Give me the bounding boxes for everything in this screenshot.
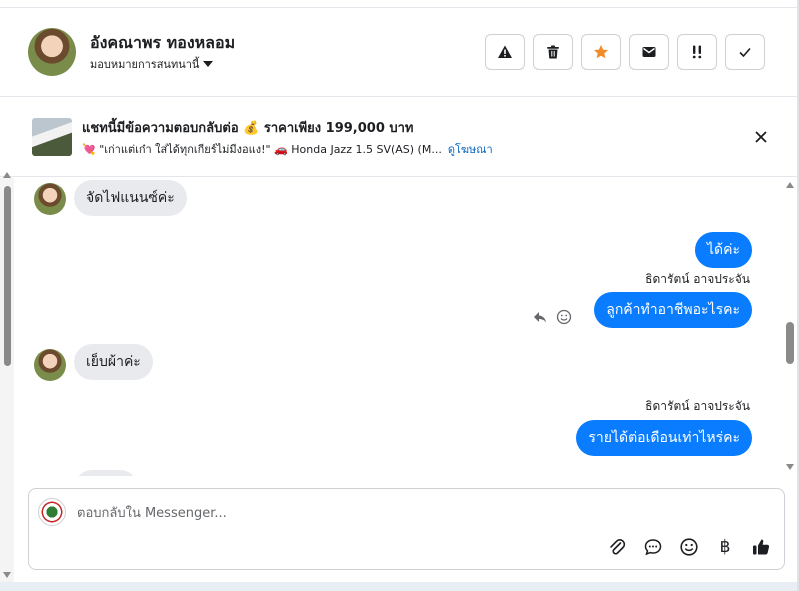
incoming-message[interactable]: เย็บผ้าค่ะ xyxy=(74,344,153,380)
header-actions xyxy=(485,34,765,70)
envelope-icon xyxy=(642,47,656,57)
message-list: จัดไฟแนนซ์ค่ะ ได้ค่ะ ธิดารัตน์ อาจประจัน… xyxy=(14,178,784,476)
checkmark-icon xyxy=(739,47,751,58)
outgoing-message[interactable]: ลูกค้าทำอาชีพอะไรคะ xyxy=(594,292,752,328)
ad-subtitle: 💘 "เก่าแต่เก๋า ใส่ได้ทุกเกียร์ไม่มีงอแง!… xyxy=(82,143,442,156)
page-avatar xyxy=(38,498,66,526)
close-icon[interactable] xyxy=(752,128,770,146)
contact-avatar-small xyxy=(34,183,66,215)
double-exclamation-icon xyxy=(692,45,702,59)
smiley-icon xyxy=(680,538,698,556)
payment-button[interactable]: ฿ xyxy=(715,537,735,557)
like-button[interactable] xyxy=(751,537,771,557)
ad-title: แชทนี้มีข้อความตอบกลับต่อ 💰 ราคาเพียง 19… xyxy=(82,121,414,136)
saved-replies-button[interactable] xyxy=(643,537,663,557)
outgoing-message[interactable]: รายได้ต่อเดือนเท่าไหร่คะ xyxy=(576,420,752,456)
baht-icon: ฿ xyxy=(719,537,731,557)
ad-context-banner: แชทนี้มีข้อความตอบกลับต่อ 💰 ราคาเพียง 19… xyxy=(0,98,797,177)
sender-name: ธิดารัตน์ อาจประจัน xyxy=(645,272,750,286)
react-smiley-icon[interactable] xyxy=(556,309,572,325)
assign-conversation-dropdown[interactable]: มอบหมายการสนทนานี้ xyxy=(90,55,214,73)
reply-input[interactable] xyxy=(77,503,577,523)
incoming-message[interactable]: จัดไฟแนนซ์ค่ะ xyxy=(74,180,187,216)
contact-avatar-small xyxy=(34,349,66,381)
star-icon xyxy=(594,45,608,59)
attach-file-button[interactable] xyxy=(607,537,627,557)
paperclip-icon xyxy=(610,539,626,555)
warning-icon xyxy=(498,45,512,58)
chat-scrollbar-thumb[interactable] xyxy=(786,322,794,364)
chat-bubble-icon xyxy=(644,539,662,556)
mark-done-button[interactable] xyxy=(725,34,765,70)
caret-down-icon xyxy=(203,61,214,67)
scroll-up-arrow-icon[interactable] xyxy=(3,172,11,178)
scroll-up-arrow-icon[interactable] xyxy=(786,182,794,188)
delete-button[interactable] xyxy=(533,34,573,70)
report-button[interactable] xyxy=(485,34,525,70)
trash-icon xyxy=(547,45,559,59)
follow-up-button[interactable] xyxy=(677,34,717,70)
scroll-down-arrow-icon[interactable] xyxy=(3,572,11,578)
message-composer: ฿ xyxy=(28,488,785,570)
ad-subtitle-row: 💘 "เก่าแต่เก๋า ใส่ได้ทุกเกียร์ไม่มีงอแง!… xyxy=(82,140,493,158)
left-scroll-thumb[interactable] xyxy=(4,186,11,366)
top-edge xyxy=(0,0,799,8)
composer-tools: ฿ xyxy=(607,537,771,557)
sender-name: ธิดารัตน์ อาจประจัน xyxy=(645,399,750,413)
contact-name[interactable]: อังคณาพร ทองหลอม xyxy=(90,31,235,56)
conversation-header: อังคณาพร ทองหลอม มอบหมายการสนทนานี้ xyxy=(0,9,797,97)
bottom-edge xyxy=(0,582,799,591)
emoji-button[interactable] xyxy=(679,537,699,557)
assign-label: มอบหมายการสนทนานี้ xyxy=(90,58,200,71)
messenger-conversation-panel: อังคณาพร ทองหลอม มอบหมายการสนทนานี้ แชทน… xyxy=(0,0,799,591)
thumbs-up-icon xyxy=(753,539,770,555)
scroll-down-arrow-icon[interactable] xyxy=(786,464,794,470)
star-button[interactable] xyxy=(581,34,621,70)
contact-avatar[interactable] xyxy=(28,28,76,76)
reply-icon[interactable] xyxy=(532,309,548,325)
incoming-message-partial xyxy=(74,470,138,476)
mark-unread-button[interactable] xyxy=(629,34,669,70)
view-ad-link[interactable]: ดูโฆษณา xyxy=(448,143,493,156)
outgoing-message[interactable]: ได้ค่ะ xyxy=(694,232,752,268)
ad-thumbnail[interactable] xyxy=(32,118,72,156)
